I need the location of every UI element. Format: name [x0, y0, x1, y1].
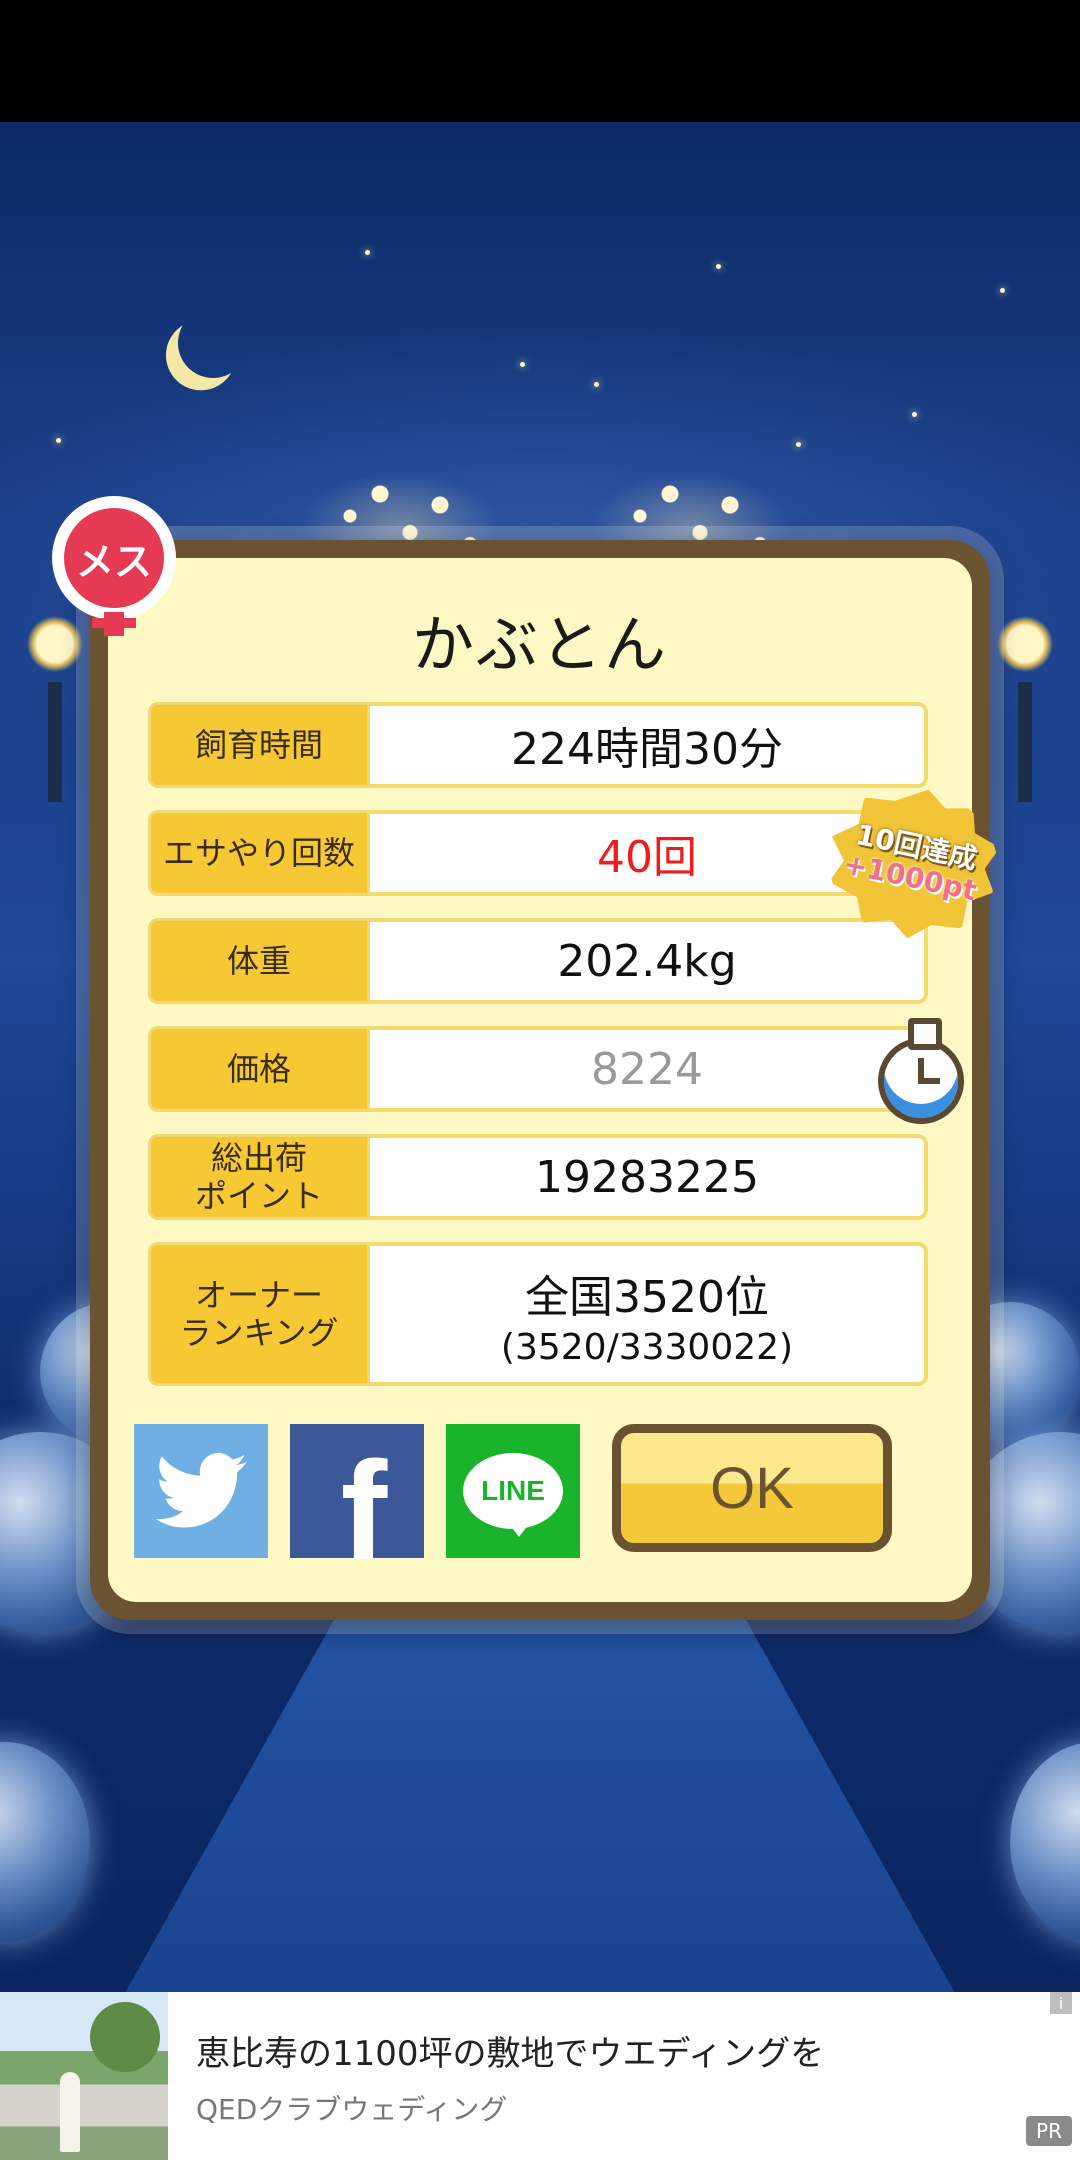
star: [912, 412, 917, 417]
gender-ring: メス: [64, 508, 164, 608]
line-share-button[interactable]: LINE: [446, 1424, 580, 1558]
gender-label: メス: [75, 539, 152, 584]
twitter-share-button[interactable]: [134, 1424, 268, 1558]
facebook-share-button[interactable]: f: [290, 1424, 424, 1589]
line-label: LINE: [481, 1475, 545, 1506]
ranking-detail: (3520/3330022): [500, 1326, 794, 1368]
star: [796, 442, 801, 447]
stat-label: 体重: [148, 918, 370, 1004]
stat-row-owner-ranking: オーナー ランキング 全国3520位 (3520/3330022): [148, 1242, 928, 1386]
stat-label: 飼育時間: [148, 702, 370, 788]
star: [365, 250, 370, 255]
ad-pr-badge: PR: [1026, 2116, 1072, 2146]
pet-result-dialog: かぶとん 飼育時間 224時間30分 エサやり回数 40回 体重 202.4kg…: [90, 540, 990, 1620]
bubble: [1010, 1742, 1080, 1942]
stat-value: 19283225: [370, 1134, 928, 1220]
line-speech-bubble-icon: LINE: [463, 1453, 563, 1537]
stat-label: オーナー ランキング: [148, 1242, 370, 1386]
stat-label: 総出荷 ポイント: [148, 1134, 370, 1220]
gender-symbol-bar: [92, 618, 136, 628]
stat-value-group: 全国3520位 (3520/3330022): [370, 1242, 928, 1386]
stopwatch-icon[interactable]: [878, 1018, 964, 1124]
twitter-bird-icon: [155, 1453, 247, 1528]
female-gender-icon: メス: [52, 496, 176, 620]
star: [1000, 288, 1005, 293]
ranking-value: 全国3520位: [525, 1271, 769, 1323]
star: [56, 438, 61, 443]
ad-banner[interactable]: 恵比寿の1100坪の敷地でウエディングを QEDクラブウェディング i PR: [0, 1992, 1080, 2160]
stopwatch-hand: [918, 1078, 940, 1084]
star: [594, 382, 599, 387]
ad-title[interactable]: 恵比寿の1100坪の敷地でウエディングを: [196, 2026, 824, 2075]
stat-value: 224時間30分: [370, 702, 928, 788]
walkway: [120, 1582, 960, 1992]
ad-info-icon[interactable]: i: [1050, 1992, 1072, 2014]
dialog-panel: かぶとん 飼育時間 224時間30分 エサやり回数 40回 体重 202.4kg…: [108, 558, 972, 1602]
stat-row-feed-count: エサやり回数 40回: [148, 810, 928, 896]
ad-image-person: [60, 2072, 80, 2152]
stat-value: 202.4kg: [370, 918, 928, 1004]
bubble: [0, 1742, 90, 1942]
stat-row-weight: 体重 202.4kg: [148, 918, 928, 1004]
ok-button[interactable]: OK: [612, 1424, 892, 1552]
stat-value: 8224: [370, 1026, 928, 1112]
ad-image[interactable]: [0, 1992, 168, 2160]
status-bar: [0, 0, 1080, 122]
facebook-f-icon: f: [340, 1432, 388, 1589]
stat-row-shipping-points: 総出荷 ポイント 19283225: [148, 1134, 928, 1220]
ad-image-tree: [90, 2002, 160, 2072]
ad-advertiser[interactable]: QEDクラブウェディング: [196, 2088, 507, 2128]
stat-row-care-time: 飼育時間 224時間30分: [148, 702, 928, 788]
stat-label: エサやり回数: [148, 810, 370, 896]
stat-row-price: 価格 8224: [148, 1026, 928, 1112]
lamp-post: [20, 592, 90, 802]
pet-name-title: かぶとん: [411, 608, 668, 681]
star: [520, 362, 525, 367]
stat-label: 価格: [148, 1026, 370, 1112]
star: [716, 264, 721, 269]
lamp-post: [990, 592, 1060, 802]
